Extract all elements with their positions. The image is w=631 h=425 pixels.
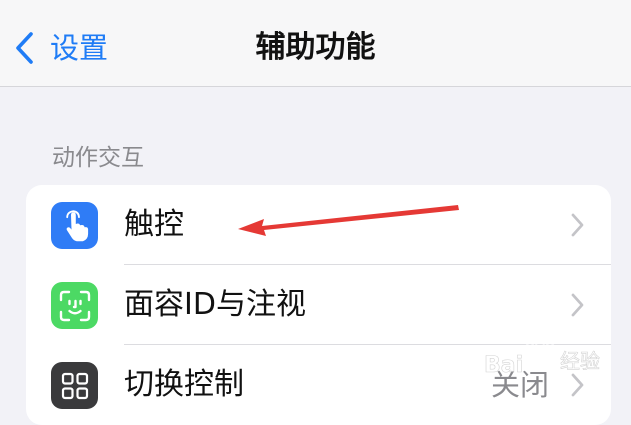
page-title: 辅助功能	[255, 30, 376, 65]
chevron-right-icon	[569, 291, 585, 319]
switch-control-icon	[51, 362, 98, 409]
hand-touch-icon	[51, 202, 98, 249]
settings-row-label: 切换控制	[124, 367, 244, 402]
chevron-right-icon	[569, 211, 585, 239]
face-id-icon	[51, 282, 98, 329]
svg-text:Bai: Bai	[484, 353, 523, 378]
settings-row-touch[interactable]: 触控	[26, 185, 611, 265]
settings-row-label: 触控	[124, 207, 184, 242]
baidu-watermark: Bai 经验	[478, 332, 628, 392]
svg-text:经验: 经验	[560, 349, 600, 373]
section-header: 动作交互	[52, 145, 144, 171]
navigation-bar: 设置 辅助功能	[0, 0, 631, 87]
settings-row-label: 面容ID与注视	[124, 287, 306, 322]
